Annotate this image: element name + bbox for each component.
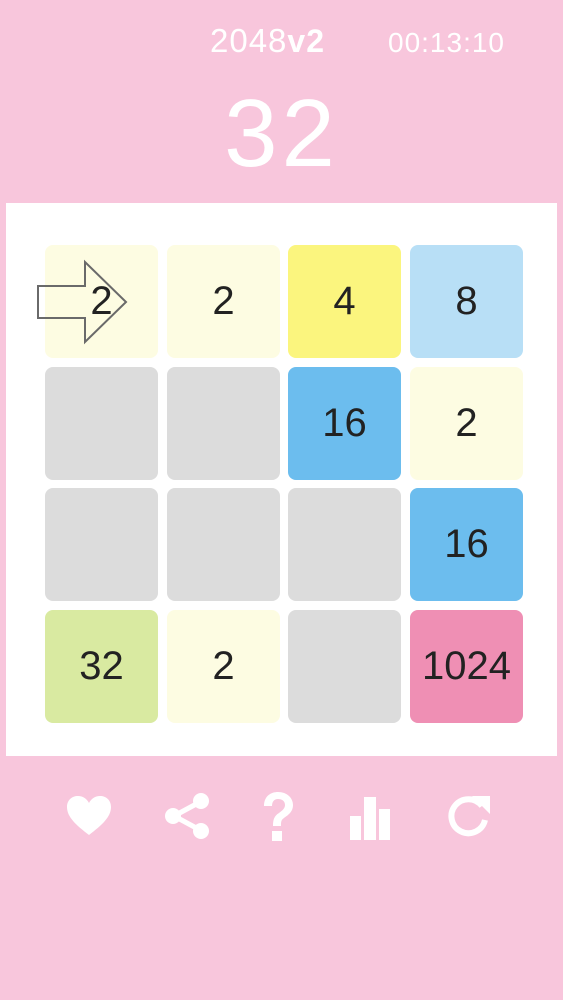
question-icon — [264, 792, 293, 841]
tile-1024: 1024 — [410, 610, 523, 723]
tile-empty — [167, 367, 280, 480]
tile-empty — [167, 488, 280, 601]
tile-empty — [45, 367, 158, 480]
leaderboard-button[interactable] — [342, 788, 398, 844]
help-button[interactable] — [250, 788, 306, 844]
tile-2: 2 — [167, 245, 280, 358]
tile-16: 16 — [288, 367, 401, 480]
tile-32: 32 — [45, 610, 158, 723]
game-timer: 00:13:10 — [388, 27, 505, 58]
bar-chart-icon — [350, 797, 390, 840]
favorite-button[interactable] — [61, 788, 117, 844]
tile-16: 16 — [410, 488, 523, 601]
app-title-version: v2 — [287, 23, 326, 59]
refresh-icon — [448, 796, 490, 837]
tile-8: 8 — [410, 245, 523, 358]
tile-4: 4 — [288, 245, 401, 358]
action-bar — [0, 788, 563, 848]
game-screen: 2048v2 00:13:10 32 2 2 4 8 16 2 16 32 2 1024 — [0, 0, 563, 1000]
app-title: 2048v2 — [210, 22, 325, 60]
tile-empty — [288, 488, 401, 601]
tile-empty — [288, 610, 401, 723]
top-bar: 2048v2 00:13:10 — [0, 22, 563, 70]
score-display: 32 — [224, 80, 339, 187]
heart-icon — [67, 796, 111, 835]
share-icon — [165, 793, 209, 839]
tile-2: 2 — [410, 367, 523, 480]
app-title-main: 2048 — [210, 22, 288, 59]
share-button[interactable] — [159, 788, 215, 844]
tile-empty — [45, 488, 158, 601]
restart-button[interactable] — [440, 788, 496, 844]
tile-2: 2 — [167, 610, 280, 723]
arrow-right-icon — [37, 259, 128, 345]
